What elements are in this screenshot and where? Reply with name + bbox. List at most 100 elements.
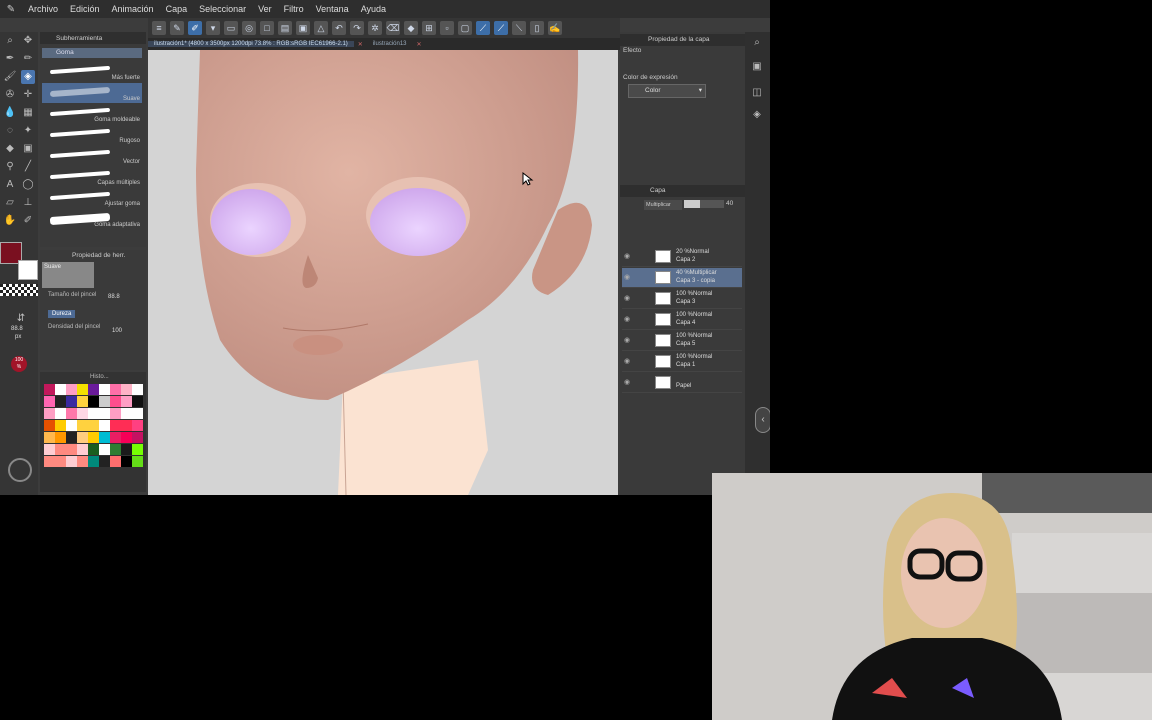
palette-swatch[interactable]: [132, 432, 143, 443]
palette-swatch[interactable]: [77, 444, 88, 455]
palette-swatch[interactable]: [44, 384, 55, 395]
magic-wand-icon[interactable]: ✦: [21, 124, 35, 138]
line-tool-icon[interactable]: ╱: [21, 160, 35, 174]
palette-swatch[interactable]: [121, 408, 132, 419]
visibility-eye-icon[interactable]: ◉: [624, 315, 630, 323]
palette-swatch[interactable]: [110, 444, 121, 455]
palette-swatch[interactable]: [66, 408, 77, 419]
lasso-tool-icon[interactable]: ◌: [3, 124, 17, 138]
palette-swatch[interactable]: [44, 396, 55, 407]
menu-icon[interactable]: ≡: [152, 21, 166, 35]
palette-swatch[interactable]: [55, 384, 66, 395]
hand-tool-icon[interactable]: ✋: [3, 214, 17, 228]
brush-capas-multiples[interactable]: Capas múltiples: [42, 167, 142, 187]
palette-swatch[interactable]: [121, 456, 132, 467]
app-logo-icon[interactable]: ✎: [0, 4, 22, 15]
menu-edicion[interactable]: Edición: [64, 4, 106, 14]
palette-swatch[interactable]: [132, 384, 143, 395]
open-icon[interactable]: ▤: [278, 21, 292, 35]
menu-seleccionar[interactable]: Seleccionar: [193, 4, 252, 14]
palette-swatch[interactable]: [132, 420, 143, 431]
palette-swatch[interactable]: [132, 396, 143, 407]
sub-color-swatch[interactable]: [18, 260, 38, 280]
palette-swatch[interactable]: [99, 456, 110, 467]
palette-swatch[interactable]: [132, 408, 143, 419]
palette-swatch[interactable]: [55, 444, 66, 455]
palette-swatch[interactable]: [77, 408, 88, 419]
palette-swatch[interactable]: [121, 432, 132, 443]
menu-ventana[interactable]: Ventana: [310, 4, 355, 14]
palette-swatch[interactable]: [110, 456, 121, 467]
move-tool-icon[interactable]: ✥: [21, 34, 35, 48]
undo-icon[interactable]: ↶: [332, 21, 346, 35]
layer-row[interactable]: ◉ Papel: [622, 373, 742, 393]
brush-size-value[interactable]: 88.8: [108, 294, 120, 300]
pen-tool-icon[interactable]: ✒: [3, 52, 17, 66]
layers-icon[interactable]: ◈: [750, 108, 764, 122]
crop-icon[interactable]: ▢: [458, 21, 472, 35]
palette-swatch[interactable]: [66, 456, 77, 467]
fill-tool-icon[interactable]: ◆: [3, 142, 17, 156]
snap-special-icon[interactable]: ⟋: [494, 21, 508, 35]
menu-animacion[interactable]: Animación: [106, 4, 160, 14]
close-tab-icon[interactable]: ✕: [358, 41, 363, 48]
blend-mode-select[interactable]: Multiplicar: [644, 200, 682, 210]
visibility-eye-icon[interactable]: ◉: [624, 273, 630, 281]
chevron-down-icon[interactable]: ▾: [206, 21, 220, 35]
brush-suave[interactable]: Suave: [42, 83, 142, 103]
palette-swatch[interactable]: [99, 384, 110, 395]
palette-swatch[interactable]: [66, 420, 77, 431]
export-icon[interactable]: △: [314, 21, 328, 35]
clear-icon[interactable]: ⌫: [386, 21, 400, 35]
palette-swatch[interactable]: [110, 384, 121, 395]
transparent-color-swatch[interactable]: [0, 284, 38, 296]
palette-swatch[interactable]: [55, 432, 66, 443]
visibility-eye-icon[interactable]: ◉: [624, 357, 630, 365]
menu-ayuda[interactable]: Ayuda: [355, 4, 392, 14]
palette-swatch[interactable]: [66, 384, 77, 395]
device-icon[interactable]: ▯: [530, 21, 544, 35]
palette-swatch[interactable]: [99, 408, 110, 419]
layer-row[interactable]: ◉ 100 %Normal Capa 4: [622, 310, 742, 330]
eraser-tool-icon[interactable]: ◈: [21, 70, 35, 84]
pressure-icon[interactable]: ⇵: [14, 312, 28, 326]
search-icon[interactable]: ⌕: [750, 36, 764, 50]
visibility-eye-icon[interactable]: ◉: [624, 378, 630, 386]
save-icon[interactable]: ▣: [296, 21, 310, 35]
materials-icon[interactable]: ◫: [750, 86, 764, 100]
palette-swatch[interactable]: [55, 396, 66, 407]
grid-tool-icon[interactable]: ▦: [21, 106, 35, 120]
density-value[interactable]: 100: [112, 328, 122, 334]
pen-pressure-icon[interactable]: ✍: [548, 21, 562, 35]
palette-swatch[interactable]: [55, 456, 66, 467]
palette-swatch[interactable]: [121, 420, 132, 431]
new-icon[interactable]: □: [260, 21, 274, 35]
palette-swatch[interactable]: [99, 432, 110, 443]
text-tool-icon[interactable]: A: [3, 178, 17, 192]
subtool-group-goma[interactable]: Goma: [42, 48, 142, 58]
layer-icon[interactable]: ▭: [224, 21, 238, 35]
palette-swatch[interactable]: [88, 420, 99, 431]
pencil-tool-icon[interactable]: ✏: [21, 52, 35, 66]
palette-swatch[interactable]: [121, 384, 132, 395]
balloon-tool-icon[interactable]: ◯: [21, 178, 35, 192]
deselect-icon[interactable]: ▫: [440, 21, 454, 35]
palette-swatch[interactable]: [77, 396, 88, 407]
zoom-tool-icon[interactable]: ⌕: [3, 34, 17, 48]
navigator-icon[interactable]: ▣: [750, 60, 764, 74]
brush-ajustar-goma[interactable]: Ajustar goma: [42, 188, 142, 208]
palette-swatch[interactable]: [44, 432, 55, 443]
palette-swatch[interactable]: [44, 408, 55, 419]
brush-goma-moldeable[interactable]: Goma moldeable: [42, 104, 142, 124]
eyedropper-icon[interactable]: ⚲: [3, 160, 17, 174]
tab-ilustracion13[interactable]: ilustración13: [367, 41, 413, 47]
redo-icon[interactable]: ↷: [350, 21, 364, 35]
palette-swatch[interactable]: [121, 444, 132, 455]
snap-grid-icon[interactable]: ⟍: [512, 21, 526, 35]
drawing-canvas[interactable]: [148, 50, 618, 495]
palette-swatch[interactable]: [110, 408, 121, 419]
visibility-eye-icon[interactable]: ◉: [624, 336, 630, 344]
color-wheel-icon[interactable]: [8, 458, 32, 482]
ruler-tool-icon[interactable]: ⊥: [21, 196, 35, 210]
globe-icon[interactable]: ◎: [242, 21, 256, 35]
